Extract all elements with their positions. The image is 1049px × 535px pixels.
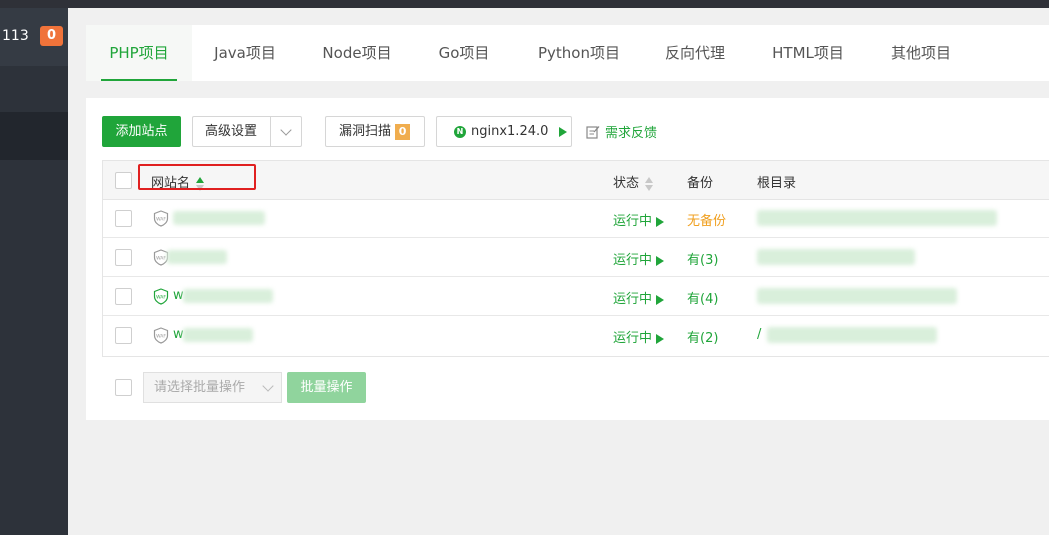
advanced-settings-label: 高级设置: [205, 124, 258, 139]
tab-label: 其他项目: [890, 44, 951, 62]
waf-shield-icon: WAF: [153, 210, 169, 227]
feedback-label: 需求反馈: [605, 126, 658, 141]
tab-node[interactable]: Node项目: [306, 25, 408, 81]
sidebar-item-active[interactable]: [0, 112, 68, 160]
redacted-root: [757, 288, 957, 304]
sidebar-item-sites[interactable]: 113 0: [0, 8, 68, 66]
tab-label: PHP项目: [109, 44, 169, 62]
tab-reverse-proxy[interactable]: 反向代理: [650, 25, 740, 81]
tab-label: HTML项目: [772, 44, 844, 62]
batch-operation-select[interactable]: 请选择批量操作: [143, 372, 282, 403]
batch-select-checkbox[interactable]: [115, 379, 132, 396]
play-icon: [656, 333, 665, 344]
tab-label: Node项目: [322, 44, 392, 62]
table-row[interactable]: WAF w 运行中 有(4): [103, 277, 1049, 316]
tab-label: 反向代理: [664, 44, 725, 62]
tab-html[interactable]: HTML项目: [760, 25, 856, 81]
svg-text:WAF: WAF: [156, 295, 166, 301]
sidebar: 113 0: [0, 8, 68, 535]
sort-icon[interactable]: [645, 176, 654, 191]
dropdown-divider: [270, 117, 271, 146]
status-running[interactable]: 运行中: [613, 249, 665, 268]
svg-text:WAF: WAF: [156, 256, 166, 262]
column-header-root: 根目录: [757, 176, 797, 191]
column-header-backup: 备份: [687, 176, 714, 191]
row-checkbox[interactable]: [115, 210, 132, 227]
redacted-name: [183, 289, 273, 303]
chevron-down-icon: [262, 380, 274, 392]
nginx-button[interactable]: Nnginx1.24.0: [436, 116, 572, 147]
row-checkbox[interactable]: [115, 288, 132, 305]
tab-python[interactable]: Python项目: [526, 25, 632, 81]
select-all-checkbox[interactable]: [115, 172, 132, 189]
tab-java[interactable]: Java项目: [192, 25, 298, 81]
tab-label: Python项目: [538, 44, 620, 62]
table-row[interactable]: WAF 运行中 无备份: [103, 199, 1049, 238]
redacted-name: [167, 250, 227, 264]
redacted-root: [757, 210, 997, 226]
play-icon: [656, 216, 665, 227]
vuln-scan-button[interactable]: 漏洞扫描 0: [325, 116, 425, 147]
status-text: 运行中: [613, 292, 653, 307]
svg-text:WAF: WAF: [156, 334, 166, 340]
redacted-name: [183, 328, 253, 342]
waf-shield-active-icon: WAF: [153, 288, 169, 305]
column-label: 状态: [613, 176, 640, 191]
nginx-version: nginx1.24.0: [471, 124, 549, 139]
backup-link[interactable]: 有(3): [687, 249, 718, 268]
play-icon: [656, 294, 665, 305]
table-row[interactable]: WAF w 运行中 有(2) /: [103, 316, 1049, 355]
backup-link[interactable]: 无备份: [687, 210, 726, 229]
status-running[interactable]: 运行中: [613, 210, 665, 229]
waf-shield-icon: WAF: [153, 327, 169, 344]
redacted-root: [767, 327, 937, 343]
vuln-count-badge: 0: [395, 123, 411, 140]
redacted-root: [757, 249, 915, 265]
play-icon: [656, 255, 665, 266]
highlight-annotation: [138, 164, 256, 190]
top-bar: [0, 0, 1049, 8]
tab-label: Go项目: [438, 44, 490, 62]
row-checkbox[interactable]: [115, 327, 132, 344]
vuln-scan-label: 漏洞扫描: [339, 124, 392, 139]
status-text: 运行中: [613, 253, 653, 268]
status-text: 运行中: [613, 331, 653, 346]
batch-placeholder: 请选择批量操作: [154, 380, 246, 395]
redacted-name: [173, 211, 265, 225]
status-text: 运行中: [613, 214, 653, 229]
project-tabs: PHP项目 Java项目 Node项目 Go项目 Python项目 反向代理 H…: [86, 25, 1049, 81]
site-panel: 添加站点 高级设置 漏洞扫描 0 Nnginx1.24.0 需求反馈 网站名 状态: [86, 98, 1049, 420]
site-table: 网站名 状态 备份 根目录 WAF 运行中 无备份 WAF 运行中 有(3) W…: [102, 160, 1049, 357]
row-checkbox[interactable]: [115, 249, 132, 266]
status-running[interactable]: 运行中: [613, 288, 665, 307]
status-running[interactable]: 运行中: [613, 327, 665, 346]
play-icon: [558, 126, 567, 137]
add-site-button[interactable]: 添加站点: [102, 116, 181, 147]
root-path[interactable]: /: [757, 327, 761, 342]
column-header-status[interactable]: 状态: [613, 172, 654, 191]
tab-go[interactable]: Go项目: [424, 25, 504, 81]
backup-link[interactable]: 有(2): [687, 327, 718, 346]
tab-other[interactable]: 其他项目: [876, 25, 966, 81]
advanced-settings-dropdown[interactable]: 高级设置: [192, 116, 302, 147]
tab-php[interactable]: PHP项目: [86, 25, 192, 81]
table-header: 网站名 状态 备份 根目录: [103, 161, 1049, 200]
batch-operation-button[interactable]: 批量操作: [287, 372, 366, 403]
tab-label: Java项目: [214, 44, 276, 62]
notification-badge: 0: [40, 26, 63, 46]
chevron-down-icon: [280, 124, 292, 136]
backup-link[interactable]: 有(4): [687, 288, 718, 307]
table-row[interactable]: WAF 运行中 有(3): [103, 238, 1049, 277]
site-count: 113: [2, 28, 29, 44]
nginx-icon: N: [454, 125, 466, 138]
feedback-link[interactable]: 需求反馈: [586, 122, 657, 141]
edit-icon: [586, 126, 600, 139]
active-tab-underline: [101, 79, 177, 81]
svg-text:WAF: WAF: [156, 217, 166, 223]
